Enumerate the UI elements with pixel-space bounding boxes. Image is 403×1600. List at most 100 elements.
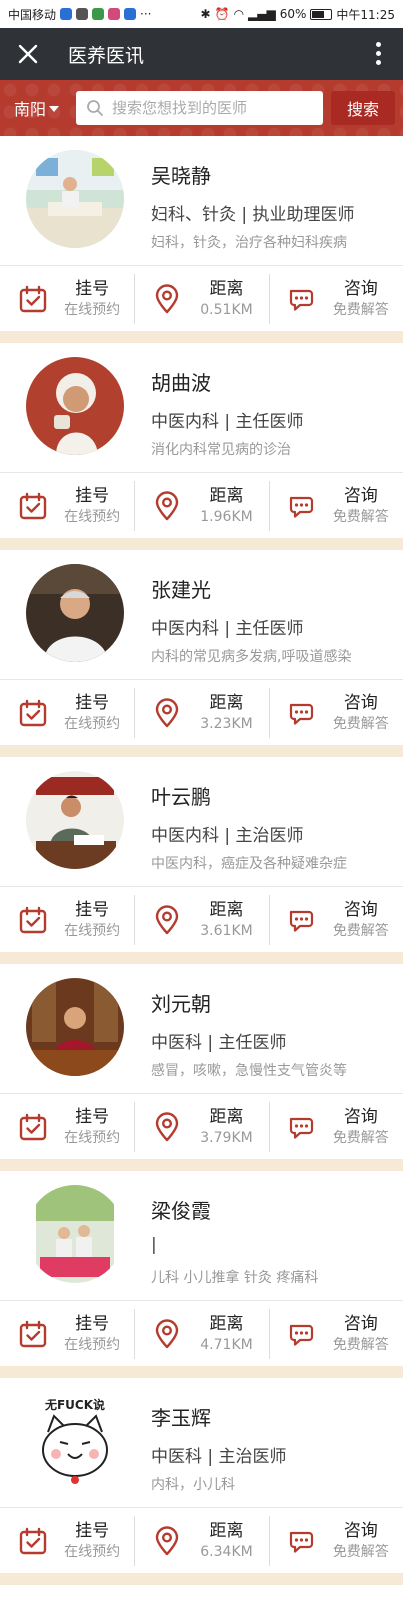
distance-value: 1.96KM bbox=[200, 508, 253, 525]
doctor-info[interactable]: 胡曲波 中医内科 | 主任医师 消化内科常见病的诊治 bbox=[0, 343, 403, 473]
register-label: 挂号 bbox=[75, 278, 110, 299]
doctor-card[interactable]: 吴晓静 妇科、针灸 | 执业助理医师 妇科，针灸，治疗各种妇科疾病 挂号 在线预… bbox=[0, 136, 403, 343]
register-button[interactable]: 挂号 在线预约 bbox=[0, 1102, 134, 1152]
register-button[interactable]: 挂号 在线预约 bbox=[0, 1516, 134, 1566]
register-button[interactable]: 挂号 在线预约 bbox=[0, 481, 134, 531]
bluetooth-icon: ✱ bbox=[200, 7, 211, 21]
app-notification-icon bbox=[60, 8, 73, 20]
consult-label: 咨询 bbox=[343, 485, 378, 506]
consult-label: 咨询 bbox=[343, 692, 378, 713]
doctor-description: 中医内科，癌症及各种疑难杂症 bbox=[151, 856, 347, 872]
doctor-avatar bbox=[26, 978, 124, 1076]
more-menu-icon[interactable] bbox=[375, 42, 381, 65]
calendar-check-icon bbox=[19, 285, 47, 312]
city-selector[interactable]: 南阳 bbox=[14, 96, 76, 120]
distance-button[interactable]: 距离 0.51KM bbox=[134, 273, 268, 324]
distance-button[interactable]: 距离 1.96KM bbox=[134, 480, 268, 531]
chat-bubble-icon bbox=[289, 1117, 313, 1139]
consult-button[interactable]: 咨询 免费解答 bbox=[268, 273, 403, 324]
register-button[interactable]: 挂号 在线预约 bbox=[0, 274, 134, 324]
battery-icon bbox=[310, 8, 333, 20]
consult-button[interactable]: 咨询 免费解答 bbox=[268, 1515, 403, 1566]
distance-label: 距离 bbox=[209, 1106, 244, 1127]
distance-button[interactable]: 距离 4.71KM bbox=[134, 1308, 268, 1359]
distance-button[interactable]: 距离 3.23KM bbox=[134, 687, 268, 738]
signal-icon: ▂▄▆ bbox=[248, 7, 276, 21]
chat-bubble-icon bbox=[289, 910, 313, 932]
consult-button[interactable]: 咨询 免费解答 bbox=[268, 480, 403, 531]
calendar-check-icon bbox=[19, 906, 47, 933]
location-pin-icon bbox=[156, 283, 179, 313]
more-notifications-icon: ··· bbox=[140, 7, 152, 21]
register-button[interactable]: 挂号 在线预约 bbox=[0, 688, 134, 738]
doctor-title: 中医内科 | 主任医师 bbox=[151, 412, 304, 432]
register-label: 挂号 bbox=[75, 692, 110, 713]
consult-button[interactable]: 咨询 免费解答 bbox=[268, 1101, 403, 1152]
doctor-title: 妇科、针灸 | 执业助理医师 bbox=[151, 205, 355, 225]
doctor-card[interactable]: 胡曲波 中医内科 | 主任医师 消化内科常见病的诊治 挂号 在线预约 距离 1.… bbox=[0, 343, 403, 550]
doctor-title: 中医内科 | 主任医师 bbox=[151, 619, 304, 639]
doctor-actions: 挂号 在线预约 距离 4.71KM 咨询 免费解答 bbox=[0, 1301, 403, 1366]
doctor-actions: 挂号 在线预约 距离 0.51KM 咨询 免费解答 bbox=[0, 266, 403, 331]
register-button[interactable]: 挂号 在线预约 bbox=[0, 1309, 134, 1359]
consult-label: 咨询 bbox=[343, 1106, 378, 1127]
register-button[interactable]: 挂号 在线预约 bbox=[0, 895, 134, 945]
consult-button[interactable]: 咨询 免费解答 bbox=[268, 894, 403, 945]
carrier-label: 中国移动 bbox=[8, 7, 57, 22]
consult-button[interactable]: 咨询 免费解答 bbox=[268, 1308, 403, 1359]
doctor-info[interactable]: 张建光 中医内科 | 主任医师 内科的常见病多发病,呼吸道感染 bbox=[0, 550, 403, 680]
location-pin-icon bbox=[156, 1111, 179, 1141]
doctor-card[interactable]: 梁俊霞 | 儿科 小儿推拿 针灸 疼痛科 挂号 在线预约 距离 4.71KM 咨… bbox=[0, 1171, 403, 1378]
consult-label: 咨询 bbox=[343, 899, 378, 920]
consult-label: 咨询 bbox=[343, 278, 378, 299]
doctor-card[interactable]: 刘元朝 中医科 | 主任医师 感冒，咳嗽，急慢性支气管炎等 挂号 在线预约 距离… bbox=[0, 964, 403, 1171]
city-label: 南阳 bbox=[14, 100, 47, 119]
doctor-avatar: 无FUCK说 bbox=[26, 1392, 124, 1490]
distance-button[interactable]: 距离 3.61KM bbox=[134, 894, 268, 945]
doctor-name: 梁俊霞 bbox=[151, 1199, 211, 1223]
location-pin-icon bbox=[156, 904, 179, 934]
register-sub-label: 在线预约 bbox=[64, 1543, 121, 1560]
distance-label: 距离 bbox=[209, 899, 244, 920]
register-sub-label: 在线预约 bbox=[64, 508, 121, 525]
card-divider bbox=[0, 331, 403, 343]
card-divider bbox=[0, 745, 403, 757]
location-pin-icon bbox=[156, 490, 179, 520]
doctor-description: 儿科 小儿推拿 针灸 疼痛科 bbox=[151, 1270, 319, 1286]
doctor-info[interactable]: 吴晓静 妇科、针灸 | 执业助理医师 妇科，针灸，治疗各种妇科疾病 bbox=[0, 136, 403, 266]
distance-label: 距离 bbox=[209, 278, 244, 299]
register-label: 挂号 bbox=[75, 1106, 110, 1127]
card-divider bbox=[0, 952, 403, 964]
consult-label: 咨询 bbox=[343, 1520, 378, 1541]
distance-value: 3.79KM bbox=[200, 1129, 253, 1146]
doctor-info[interactable]: 叶云鹏 中医内科 | 主治医师 中医内科，癌症及各种疑难杂症 bbox=[0, 757, 403, 887]
close-icon[interactable] bbox=[14, 40, 42, 68]
doctor-card[interactable]: 叶云鹏 中医内科 | 主治医师 中医内科，癌症及各种疑难杂症 挂号 在线预约 距… bbox=[0, 757, 403, 964]
search-input[interactable] bbox=[112, 99, 323, 117]
doctor-avatar bbox=[26, 771, 124, 869]
search-button[interactable]: 搜索 bbox=[331, 91, 395, 125]
location-pin-icon bbox=[156, 697, 179, 727]
doctor-description: 内科的常见病多发病,呼吸道感染 bbox=[151, 649, 352, 665]
battery-percent: 60% bbox=[279, 7, 307, 21]
calendar-check-icon bbox=[19, 699, 47, 726]
doctor-info[interactable]: 刘元朝 中医科 | 主任医师 感冒，咳嗽，急慢性支气管炎等 bbox=[0, 964, 403, 1094]
search-box[interactable] bbox=[76, 91, 323, 125]
doctor-info[interactable]: 梁俊霞 | 儿科 小儿推拿 针灸 疼痛科 bbox=[0, 1171, 403, 1301]
doctor-info[interactable]: 无FUCK说 李玉辉 中医科 | 主治医师 内科，小儿科 bbox=[0, 1378, 403, 1508]
distance-button[interactable]: 距离 6.34KM bbox=[134, 1515, 268, 1566]
distance-button[interactable]: 距离 3.79KM bbox=[134, 1101, 268, 1152]
consult-button[interactable]: 咨询 免费解答 bbox=[268, 687, 403, 738]
title-bar: 医养医讯 bbox=[0, 28, 403, 80]
doctor-card[interactable]: 张建光 中医内科 | 主任医师 内科的常见病多发病,呼吸道感染 挂号 在线预约 bbox=[0, 550, 403, 757]
distance-value: 3.61KM bbox=[200, 922, 253, 939]
location-pin-icon bbox=[156, 1525, 179, 1555]
doctor-card[interactable]: 无FUCK说 李玉辉 中医科 | 主治医师 内科，小儿科 挂号 在线预约 距离 … bbox=[0, 1378, 403, 1585]
register-sub-label: 在线预约 bbox=[64, 1336, 121, 1353]
doctor-title: 中医科 | 主治医师 bbox=[151, 1447, 287, 1467]
chat-bubble-icon bbox=[289, 1531, 313, 1553]
register-label: 挂号 bbox=[75, 1313, 110, 1334]
doctor-avatar bbox=[26, 1185, 124, 1283]
doctor-name: 胡曲波 bbox=[151, 371, 211, 395]
doctor-title: 中医科 | 主任医师 bbox=[151, 1033, 287, 1053]
